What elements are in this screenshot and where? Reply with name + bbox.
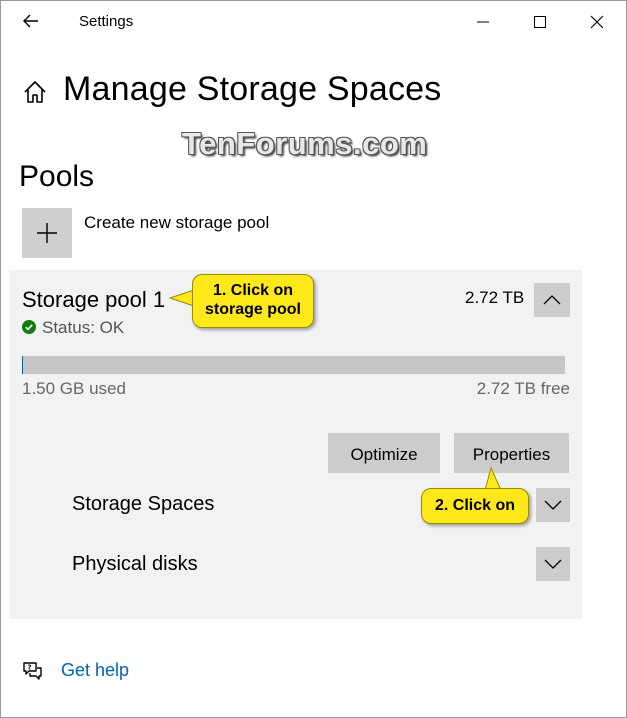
watermark: TenForums.com [182, 126, 428, 161]
physical-disks-label: Physical disks [72, 553, 198, 575]
status-text: Status: OK [42, 318, 125, 337]
create-pool-button[interactable] [22, 208, 72, 258]
status-ok-icon [22, 320, 36, 334]
collapse-button[interactable] [534, 283, 570, 317]
window-title: Settings [79, 13, 134, 30]
chevron-down-icon [544, 559, 562, 569]
chevron-down-icon [544, 500, 562, 510]
callout-line-2: storage pool [204, 301, 301, 318]
svg-text:?: ? [28, 664, 32, 672]
home-icon[interactable] [22, 79, 48, 105]
section-title-pools: Pools [19, 160, 95, 193]
close-icon[interactable] [580, 8, 614, 36]
used-space: 1.50 GB used [22, 379, 126, 398]
minimize-icon[interactable] [466, 8, 500, 36]
get-help-link[interactable]: Get help [61, 660, 129, 681]
chevron-up-icon [543, 295, 561, 305]
get-help-icon[interactable]: ? [20, 659, 44, 683]
storage-spaces-label: Storage Spaces [72, 493, 215, 515]
callout-line-1: 1. Click on [212, 282, 294, 299]
create-pool-label[interactable]: Create new storage pool [84, 213, 269, 233]
pool-name: Storage pool 1 [22, 287, 166, 312]
title-bar: Settings [0, 0, 627, 44]
page-title: Manage Storage Spaces [63, 70, 442, 108]
pool-size: 2.72 TB [465, 288, 525, 307]
physical-disks-expand-button[interactable] [536, 547, 570, 581]
properties-button[interactable]: Properties [454, 433, 569, 473]
plus-icon [37, 223, 57, 243]
callout-click-storage-pool: 1. Click on storage pool [192, 274, 314, 328]
back-arrow-icon[interactable] [18, 8, 46, 34]
usage-bar [22, 356, 565, 374]
maximize-icon[interactable] [523, 8, 557, 36]
storage-spaces-expand-button[interactable] [536, 488, 570, 522]
optimize-button[interactable]: Optimize [328, 433, 440, 473]
free-space: 2.72 TB free [476, 379, 570, 398]
callout-click-properties: 2. Click on [421, 488, 529, 524]
